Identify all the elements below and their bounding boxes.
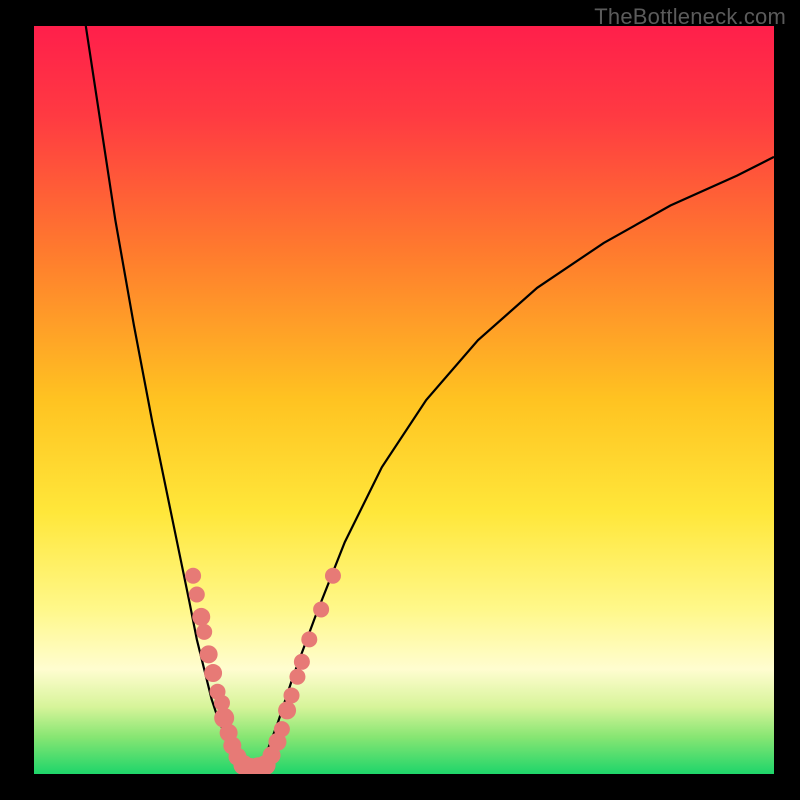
scatter-point [274, 721, 290, 737]
chart-svg [34, 26, 774, 774]
scatter-point [289, 669, 305, 685]
chart-frame: TheBottleneck.com [0, 0, 800, 800]
scatter-point [192, 608, 210, 626]
scatter-point [200, 645, 218, 663]
scatter-point [325, 568, 341, 584]
scatter-point [294, 654, 310, 670]
scatter-point [284, 687, 300, 703]
scatter-point [204, 664, 222, 682]
scatter-point [185, 568, 201, 584]
plot-area [34, 26, 774, 774]
scatter-point [301, 631, 317, 647]
gradient-background [34, 26, 774, 774]
scatter-point [313, 601, 329, 617]
scatter-point [189, 586, 205, 602]
scatter-point [196, 624, 212, 640]
scatter-point [278, 701, 296, 719]
